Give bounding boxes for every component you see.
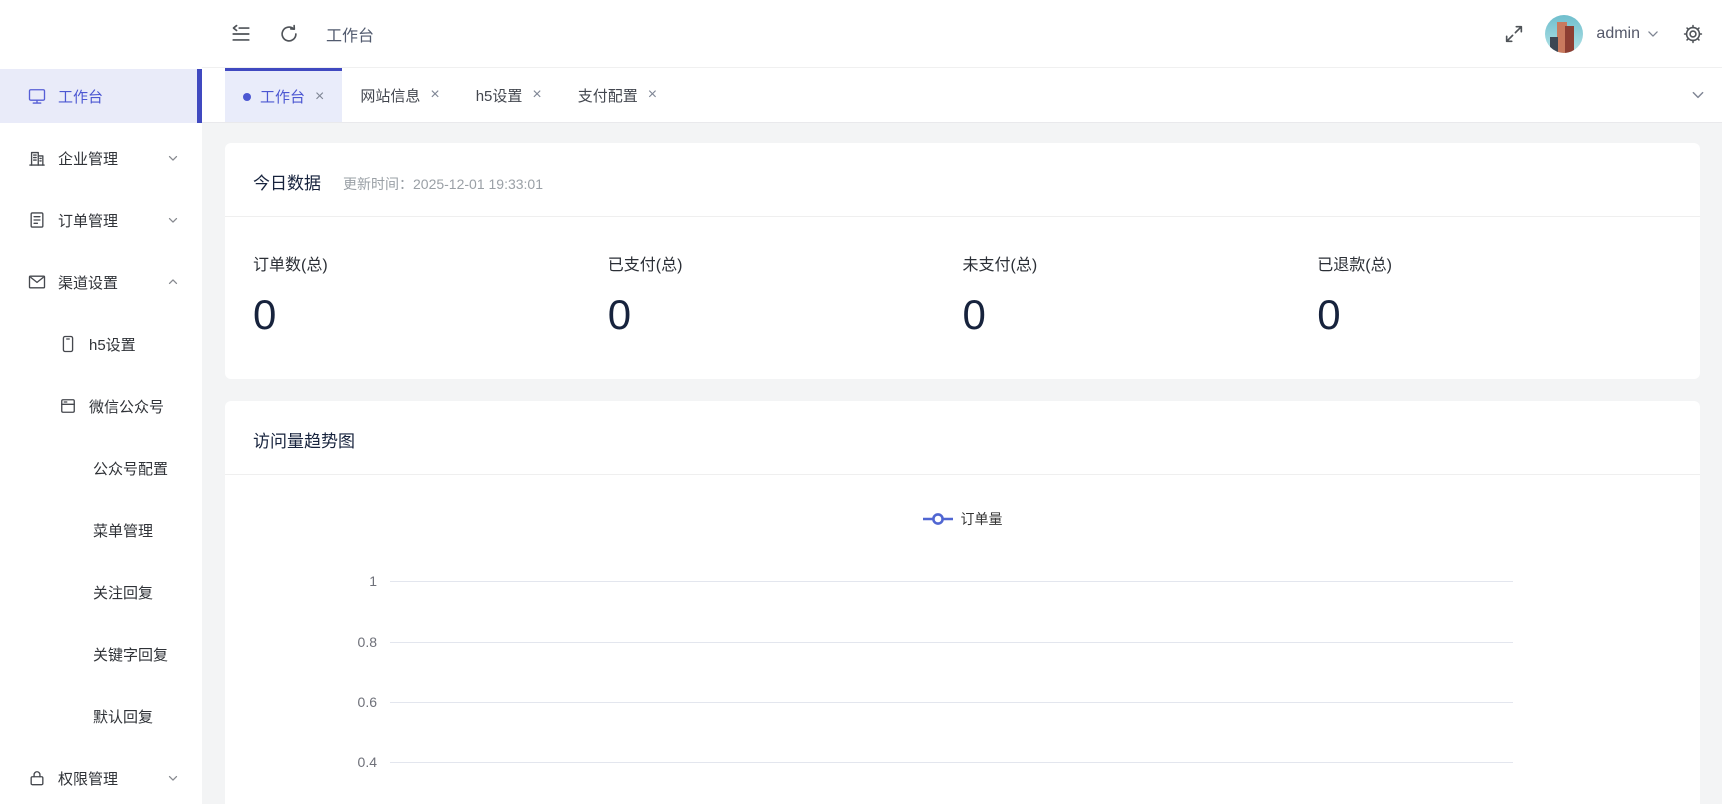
phone-icon [58,334,78,354]
sidebar-item-enterprise[interactable]: 企业管理 [0,131,202,185]
content: 今日数据 更新时间：2025-12-01 19:33:01 订单数(总) 0 已… [202,123,1722,804]
gridline [390,642,1513,643]
sidebar-item-label: 微信公众号 [89,396,164,417]
sidebar-item-orders[interactable]: 订单管理 [0,193,202,247]
sidebar-item-menu-manage[interactable]: 菜单管理 [0,503,202,557]
sidebar-item-label: 默认回复 [93,706,153,727]
tab-label: h5设置 [476,85,523,106]
stat-value: 0 [1317,291,1672,339]
document-icon [27,210,47,230]
stat-paid: 已支付(总) 0 [608,251,963,339]
legend-label: 订单量 [961,509,1003,529]
y-tick-label: 0.8 [225,634,377,650]
sidebar-item-official-config[interactable]: 公众号配置 [0,441,202,495]
gridline [390,702,1513,703]
sidebar-item-label: 企业管理 [58,148,118,169]
lock-icon [27,768,47,788]
today-card-header: 今日数据 更新时间：2025-12-01 19:33:01 [225,143,1700,217]
stat-unpaid: 未支付(总) 0 [963,251,1318,339]
active-tab-dot [243,93,251,101]
chevron-up-icon [166,275,180,289]
avatar[interactable] [1545,15,1583,53]
fullscreen-icon[interactable] [1503,23,1525,45]
close-icon[interactable]: × [315,89,324,105]
chart-card-header: 访问量趋势图 [225,401,1700,475]
line-series-legend-icon [923,512,953,526]
chevron-down-icon [166,771,180,785]
sidebar-item-keyword-reply[interactable]: 关键字回复 [0,627,202,681]
gridline [390,581,1513,582]
sidebar-item-label: 菜单管理 [93,520,153,541]
update-time-label: 更新时间： [343,176,413,192]
monitor-icon [27,86,47,106]
tab-workbench[interactable]: 工作台 × [225,68,342,122]
today-data-card: 今日数据 更新时间：2025-12-01 19:33:01 订单数(总) 0 已… [225,143,1700,379]
sidebar-item-label: 权限管理 [58,768,118,789]
sidebar-item-permissions[interactable]: 权限管理 [0,751,202,804]
y-tick-label: 1 [225,573,377,589]
sidebar: 工作台 企业管理 订单管理 渠道设置 [0,0,202,804]
sidebar-item-follow-reply[interactable]: 关注回复 [0,565,202,619]
stat-label: 订单数(总) [253,251,608,275]
sidebar-item-label: 订单管理 [58,210,118,231]
sidebar-item-label: 工作台 [58,86,103,107]
stat-label: 已支付(总) [608,251,963,275]
stats-row: 订单数(总) 0 已支付(总) 0 未支付(总) 0 已退款(总) 0 [225,217,1700,379]
tab-site-info[interactable]: 网站信息 × [342,68,457,122]
close-icon[interactable]: × [430,87,439,103]
username[interactable]: admin [1596,25,1640,43]
y-tick-label: 0.6 [225,694,377,710]
sidebar-item-wechat-official[interactable]: 微信公众号 [0,379,202,433]
legend-order-volume[interactable]: 订单量 [923,509,1003,529]
main-area: 工作台 admin 工作台 [202,0,1722,804]
breadcrumb: 工作台 [326,22,374,46]
tab-label: 网站信息 [360,85,420,106]
tab-label: 工作台 [260,86,305,107]
collapse-sidebar-icon[interactable] [230,23,252,45]
close-icon[interactable]: × [532,87,541,103]
building-icon [27,148,47,168]
sidebar-item-workbench[interactable]: 工作台 [0,69,202,123]
stat-label: 已退款(总) [1317,251,1672,275]
sidebar-item-channels[interactable]: 渠道设置 [0,255,202,309]
visit-trend-card: 访问量趋势图 订单量 1 0.8 [225,401,1700,804]
stat-total-orders: 订单数(总) 0 [253,251,608,339]
chevron-down-icon [166,213,180,227]
tabbar: 工作台 × 网站信息 × h5设置 × 支付配置 × [202,68,1722,123]
tab-label: 支付配置 [578,85,638,106]
stat-value: 0 [253,291,608,339]
app-window: 工作台 企业管理 订单管理 渠道设置 [0,0,1722,804]
sidebar-item-label: h5设置 [89,334,136,355]
topbar-right: admin [1503,15,1704,53]
stat-label: 未支付(总) [963,251,1318,275]
chevron-down-icon[interactable] [1690,87,1706,103]
sidebar-item-label: 公众号配置 [93,458,168,479]
sidebar-item-default-reply[interactable]: 默认回复 [0,689,202,743]
stat-value: 0 [963,291,1318,339]
gridline [390,762,1513,763]
y-tick-label: 0.4 [225,754,377,770]
gear-icon[interactable] [1682,23,1704,45]
chevron-down-icon[interactable] [1646,27,1660,41]
tab-payment-config[interactable]: 支付配置 × [560,68,675,122]
stat-refunded: 已退款(总) 0 [1317,251,1672,339]
chevron-down-icon [166,151,180,165]
card-title: 今日数据 [253,169,321,194]
sidebar-item-label: 关键字回复 [93,644,168,665]
sidebar-item-label: 渠道设置 [58,272,118,293]
close-icon[interactable]: × [648,87,657,103]
line-chart: 订单量 1 0.8 0.6 0.4 [225,475,1700,804]
tab-h5-settings[interactable]: h5设置 × [458,68,560,122]
sidebar-item-h5-settings[interactable]: h5设置 [0,317,202,371]
update-time: 更新时间：2025-12-01 19:33:01 [343,174,543,194]
refresh-icon[interactable] [278,23,300,45]
doc-lines-icon [58,396,78,416]
sidebar-item-label: 关注回复 [93,582,153,603]
card-title: 访问量趋势图 [253,427,355,452]
update-time-value: 2025-12-01 19:33:01 [413,176,543,192]
stat-value: 0 [608,291,963,339]
topbar: 工作台 admin [202,0,1722,68]
envelope-icon [27,272,47,292]
